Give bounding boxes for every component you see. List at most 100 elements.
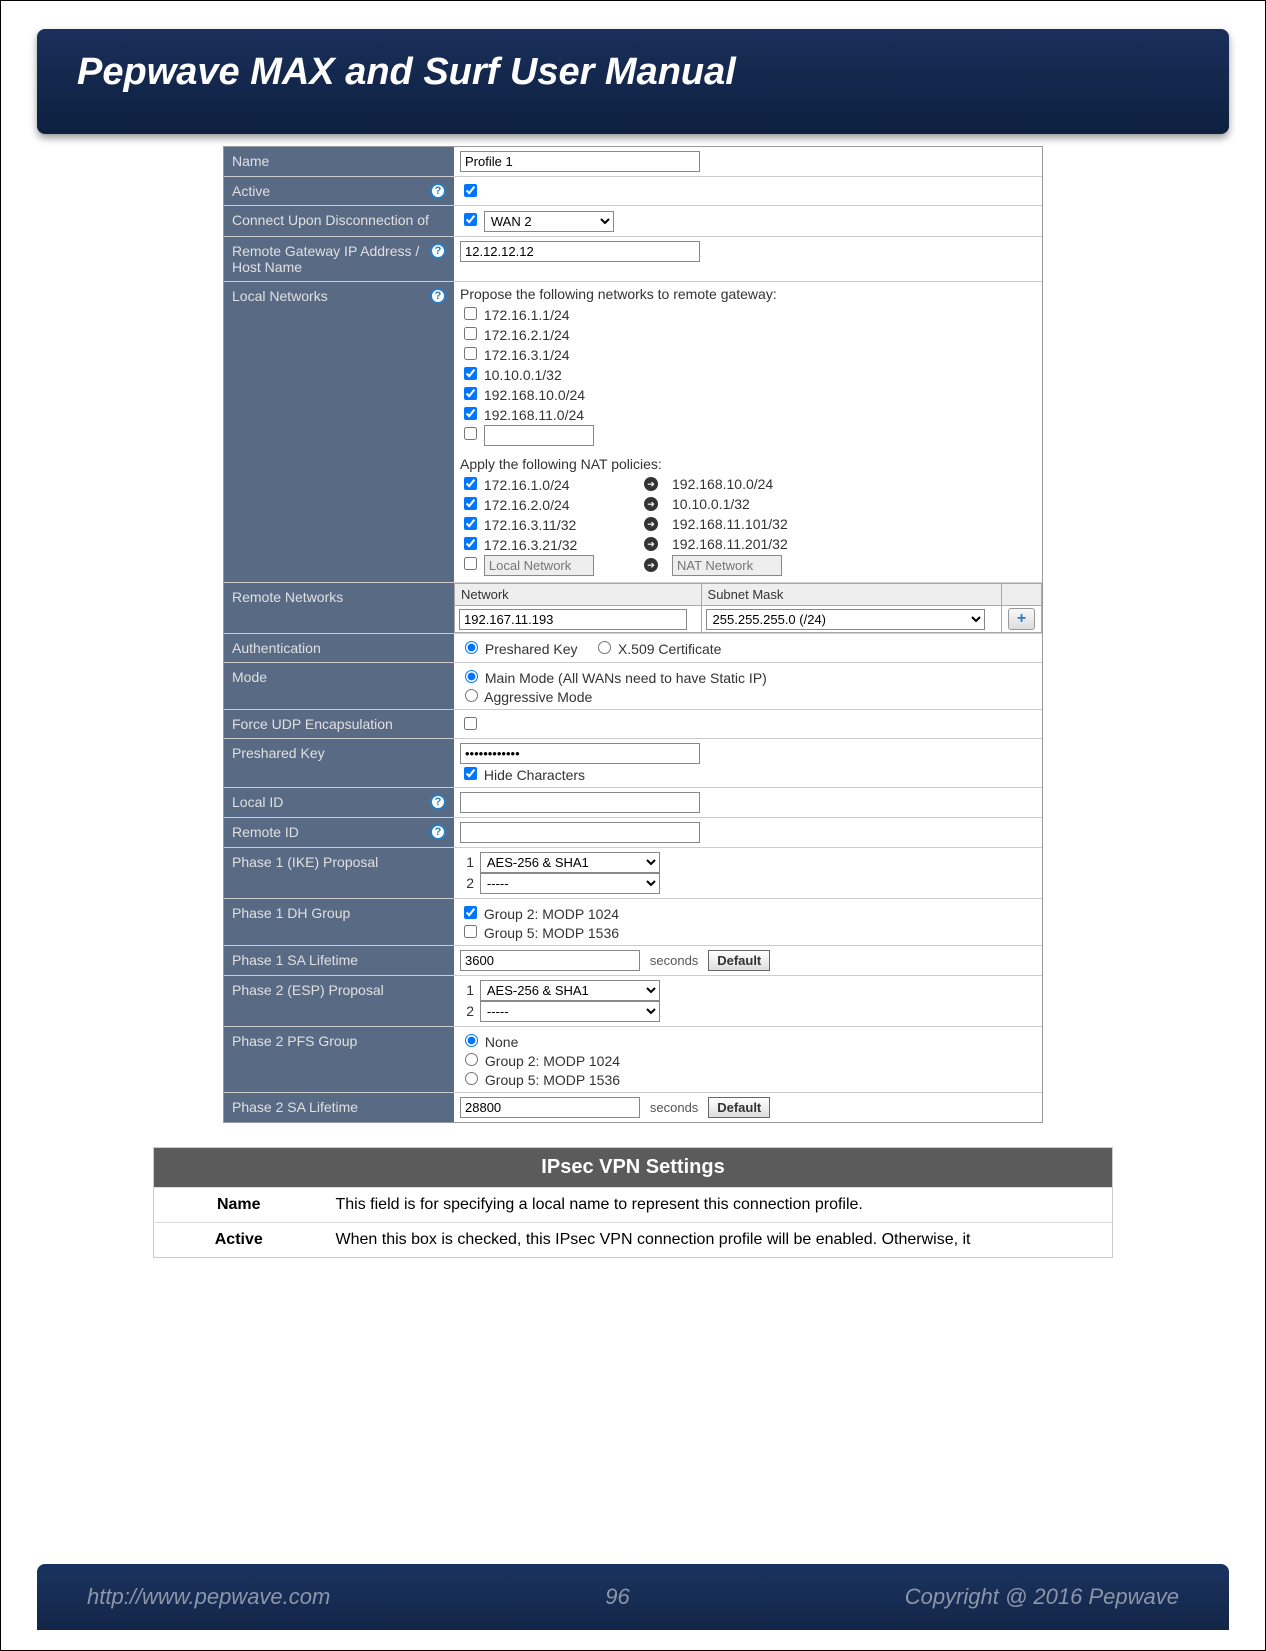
arrow-right-icon: ➔ <box>644 517 658 531</box>
list-item <box>460 424 1036 446</box>
nat-checkbox[interactable] <box>464 557 477 570</box>
default-button[interactable]: Default <box>708 950 770 971</box>
label-phase1-proposal: Phase 1 (IKE) Proposal <box>224 848 454 898</box>
footer-banner: http://www.pepwave.com 96 Copyright @ 20… <box>37 1564 1229 1630</box>
auth-option[interactable]: Preshared Key <box>460 641 578 657</box>
network-checkbox[interactable] <box>464 307 477 320</box>
add-network-button[interactable]: + <box>1008 608 1035 630</box>
nat-checkbox[interactable] <box>464 497 477 510</box>
pfs-option[interactable]: Group 2: MODP 1024 <box>460 1053 620 1069</box>
network-checkbox[interactable] <box>464 327 477 340</box>
label-remote-gateway: Remote Gateway IP Address / Host Name ? <box>224 237 454 281</box>
arrow-right-icon: ➔ <box>644 537 658 551</box>
list-item: 192.168.10.0/24 <box>460 384 1036 403</box>
active-checkbox[interactable] <box>464 184 477 197</box>
footer-url: http://www.pepwave.com <box>87 1584 330 1610</box>
propose-header: Propose the following networks to remote… <box>460 286 1036 302</box>
hide-characters-option[interactable]: Hide Characters <box>460 767 585 783</box>
nat-checkbox[interactable] <box>464 477 477 490</box>
nat-row: ➔ <box>460 554 1036 576</box>
network-checkbox[interactable] <box>464 387 477 400</box>
remote-network-input[interactable] <box>459 609 687 630</box>
field-desc: This field is for specifying a local nam… <box>324 1188 1113 1223</box>
subnet-select[interactable]: 255.255.255.0 (/24) <box>706 609 986 630</box>
connect-upon-select[interactable]: WAN 2 <box>484 211 614 232</box>
phase1-sa-input[interactable] <box>460 950 640 971</box>
label-remote-id: Remote ID ? <box>224 818 454 847</box>
label-force-udp: Force UDP Encapsulation <box>224 710 454 738</box>
field-name: Name <box>154 1188 324 1223</box>
ipsec-form-screenshot: Name Active ? Connect Upon Disconnection… <box>223 146 1043 1123</box>
label-authentication: Authentication <box>224 634 454 662</box>
mode-option[interactable]: Aggressive Mode <box>460 689 592 705</box>
list-item: 192.168.11.0/24 <box>460 404 1036 423</box>
mode-option[interactable]: Main Mode (All WANs need to have Static … <box>460 670 767 686</box>
nat-checkbox[interactable] <box>464 537 477 550</box>
phase2-proposal-2[interactable]: ----- <box>480 1001 660 1022</box>
phase2-proposal-1[interactable]: AES-256 & SHA1 <box>480 980 660 1001</box>
network-checkbox[interactable] <box>464 407 477 420</box>
default-button[interactable]: Default <box>708 1097 770 1118</box>
help-icon[interactable]: ? <box>430 288 446 304</box>
col-network: Network <box>455 584 702 606</box>
remote-id-input[interactable] <box>460 822 700 843</box>
local-id-input[interactable] <box>460 792 700 813</box>
help-icon[interactable]: ? <box>430 183 446 199</box>
phase1-proposal-2[interactable]: ----- <box>480 873 660 894</box>
nat-network-input[interactable] <box>672 555 782 576</box>
table-row: Name This field is for specifying a loca… <box>154 1188 1113 1223</box>
nat-row: 172.16.1.0/24➔192.168.10.0/24 <box>460 474 1036 493</box>
page-number: 96 <box>605 1584 629 1610</box>
label-mode: Mode <box>224 663 454 709</box>
preshared-key-input[interactable] <box>460 743 700 764</box>
label-connect-upon: Connect Upon Disconnection of <box>224 206 454 236</box>
label-local-networks: Local Networks ? <box>224 282 454 582</box>
force-udp-checkbox[interactable] <box>464 717 477 730</box>
dh-option[interactable]: Group 5: MODP 1536 <box>460 925 619 941</box>
help-icon[interactable]: ? <box>430 824 446 840</box>
label-phase1-sa: Phase 1 SA Lifetime <box>224 946 454 975</box>
list-item: 10.10.0.1/32 <box>460 364 1036 383</box>
label-active: Active ? <box>224 177 454 205</box>
pfs-option[interactable]: None <box>460 1034 518 1050</box>
table-row: Active When this box is checked, this IP… <box>154 1223 1113 1258</box>
network-checkbox[interactable] <box>464 367 477 380</box>
auth-option[interactable]: X.509 Certificate <box>593 641 721 657</box>
network-checkbox[interactable] <box>464 427 477 440</box>
connect-upon-checkbox[interactable] <box>464 213 477 226</box>
label-phase2-pfs: Phase 2 PFS Group <box>224 1027 454 1092</box>
label-preshared: Preshared Key <box>224 739 454 787</box>
nat-header: Apply the following NAT policies: <box>460 456 1036 472</box>
nat-row: 172.16.3.21/32➔192.168.11.201/32 <box>460 534 1036 553</box>
pfs-option[interactable]: Group 5: MODP 1536 <box>460 1072 620 1088</box>
nat-row: 172.16.3.11/32➔192.168.11.101/32 <box>460 514 1036 533</box>
ipsec-settings-table: IPsec VPN Settings Name This field is fo… <box>153 1147 1113 1258</box>
arrow-right-icon: ➔ <box>644 558 658 572</box>
nat-local-input[interactable] <box>484 555 594 576</box>
label-phase2-proposal: Phase 2 (ESP) Proposal <box>224 976 454 1026</box>
arrow-right-icon: ➔ <box>644 477 658 491</box>
col-subnet: Subnet Mask <box>701 584 1001 606</box>
arrow-right-icon: ➔ <box>644 497 658 511</box>
name-input[interactable] <box>460 151 700 172</box>
document-title: Pepwave MAX and Surf User Manual <box>77 51 1189 94</box>
help-icon[interactable]: ? <box>430 794 446 810</box>
remote-gateway-input[interactable] <box>460 241 700 262</box>
nat-checkbox[interactable] <box>464 517 477 530</box>
label-remote-networks: Remote Networks <box>224 583 454 633</box>
phase2-sa-input[interactable] <box>460 1097 640 1118</box>
dh-option[interactable]: Group 2: MODP 1024 <box>460 906 619 922</box>
field-desc: When this box is checked, this IPsec VPN… <box>324 1223 1113 1258</box>
settings-header: IPsec VPN Settings <box>154 1148 1113 1188</box>
label-phase2-sa: Phase 2 SA Lifetime <box>224 1093 454 1122</box>
custom-network-input[interactable] <box>484 425 594 446</box>
phase1-proposal-1[interactable]: AES-256 & SHA1 <box>480 852 660 873</box>
list-item: 172.16.1.1/24 <box>460 304 1036 323</box>
label-local-id: Local ID ? <box>224 788 454 817</box>
label-phase1-dh: Phase 1 DH Group <box>224 899 454 945</box>
network-checkbox[interactable] <box>464 347 477 360</box>
help-icon[interactable]: ? <box>430 243 446 259</box>
nat-row: 172.16.2.0/24➔10.10.0.1/32 <box>460 494 1036 513</box>
field-name: Active <box>154 1223 324 1258</box>
label-name: Name <box>224 147 454 176</box>
